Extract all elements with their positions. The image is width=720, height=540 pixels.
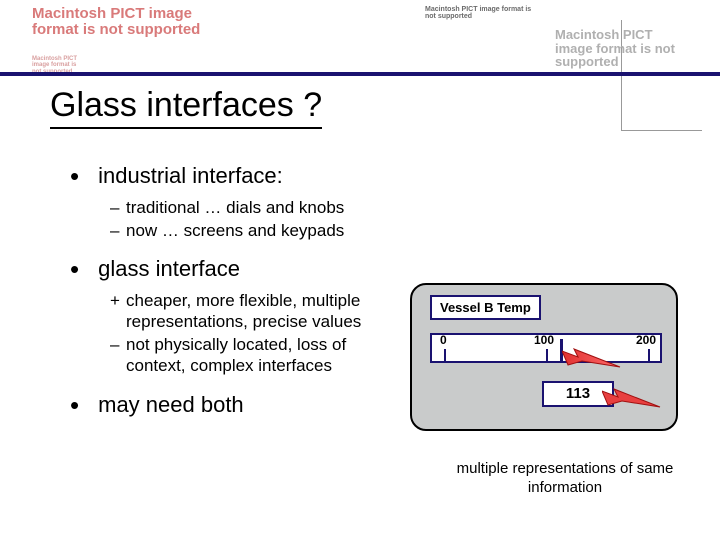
header-rule	[0, 72, 720, 76]
bullet-industrial: industrial interface: –traditional … dia…	[70, 160, 400, 241]
placeholder-image-3: Macintosh PICT image format is not suppo…	[425, 6, 535, 21]
bullet-both-text: may need both	[98, 392, 244, 417]
subbullet-pros: +cheaper, more flexible, multiple repres…	[110, 290, 400, 333]
bullet-glass: glass interface +cheaper, more flexible,…	[70, 253, 400, 377]
slide: Macintosh PICT image format is not suppo…	[0, 0, 720, 540]
tick-100	[546, 349, 548, 361]
gauge-panel: Vessel B Temp 0 100 200 113	[410, 283, 678, 431]
value-readout: 113	[542, 381, 614, 407]
tick-label-100: 100	[534, 333, 554, 347]
slide-body: industrial interface: –traditional … dia…	[70, 160, 400, 431]
tick-0	[444, 349, 446, 361]
figure-caption: multiple representations of same informa…	[440, 460, 690, 498]
bullet-industrial-text: industrial interface:	[98, 163, 283, 188]
tick-200	[648, 349, 650, 361]
slide-title: Glass interfaces ?	[50, 86, 322, 129]
temperature-figure: Vessel B Temp 0 100 200 113	[410, 283, 678, 431]
bullet-glass-text: glass interface	[98, 256, 240, 281]
subbullet-cons: –not physically located, loss of context…	[110, 334, 400, 377]
placeholder-image-right: Macintosh PICT image format is not suppo…	[555, 28, 690, 69]
placeholder-image-1: Macintosh PICT image format is not suppo…	[32, 6, 202, 38]
gauge-bar: 0 100 200	[430, 333, 662, 363]
tick-label-200: 200	[636, 333, 656, 347]
subbullet-traditional: –traditional … dials and knobs	[110, 197, 400, 218]
tick-label-0: 0	[440, 333, 447, 347]
vessel-label: Vessel B Temp	[430, 295, 541, 320]
subbullet-now: –now … screens and keypads	[110, 220, 400, 241]
bullet-both: may need both	[70, 389, 400, 422]
gauge-indicator	[560, 339, 563, 361]
